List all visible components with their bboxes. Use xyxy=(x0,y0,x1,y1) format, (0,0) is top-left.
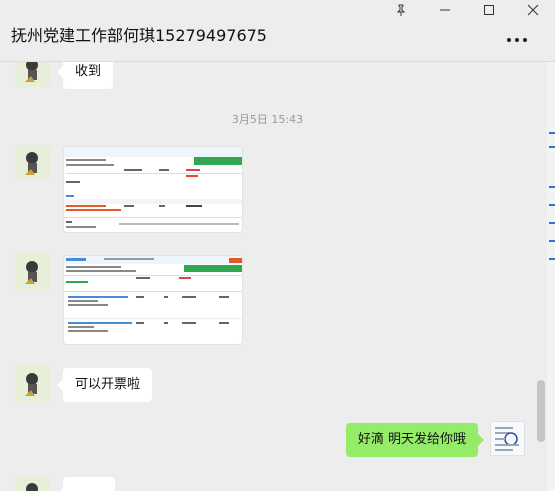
message-bubble[interactable] xyxy=(57,477,115,491)
pin-icon[interactable] xyxy=(379,0,423,20)
chat-title: 抚州党建工作部何琪15279497675 xyxy=(11,26,267,45)
contact-avatar[interactable] xyxy=(15,366,50,401)
edge-marker xyxy=(549,204,555,206)
contact-avatar[interactable] xyxy=(15,145,50,180)
edge-marker xyxy=(549,240,555,242)
close-icon[interactable] xyxy=(511,0,555,20)
edge-marker xyxy=(549,222,555,224)
message-bubble-outgoing[interactable]: 好滴 明天发给你哦 xyxy=(345,423,485,457)
window-controls xyxy=(379,0,555,20)
message-bubble[interactable]: 可以开票啦 xyxy=(56,368,153,402)
edge-marker xyxy=(549,186,555,188)
more-icon[interactable] xyxy=(505,34,529,46)
minimize-icon[interactable] xyxy=(423,0,467,20)
image-message[interactable] xyxy=(63,146,243,233)
contact-avatar[interactable] xyxy=(15,62,50,87)
edge-marker xyxy=(549,258,555,260)
edge-marker xyxy=(549,146,555,148)
title-bar: 抚州党建工作部何琪15279497675 xyxy=(0,0,555,62)
side-panel-edge xyxy=(547,62,555,491)
my-avatar[interactable] xyxy=(490,421,525,456)
edge-marker xyxy=(549,132,555,134)
message-list[interactable]: 收到 3月5日 15:43 可以开票啦 好滴 明天发给你哦 xyxy=(0,62,535,491)
message-bubble[interactable]: 收到 xyxy=(56,62,114,89)
image-message[interactable] xyxy=(63,255,243,345)
scrollbar-thumb[interactable] xyxy=(537,380,545,442)
timestamp: 3月5日 15:43 xyxy=(231,113,304,126)
contact-avatar[interactable] xyxy=(15,254,50,289)
maximize-icon[interactable] xyxy=(467,0,511,20)
contact-avatar[interactable] xyxy=(15,476,50,491)
